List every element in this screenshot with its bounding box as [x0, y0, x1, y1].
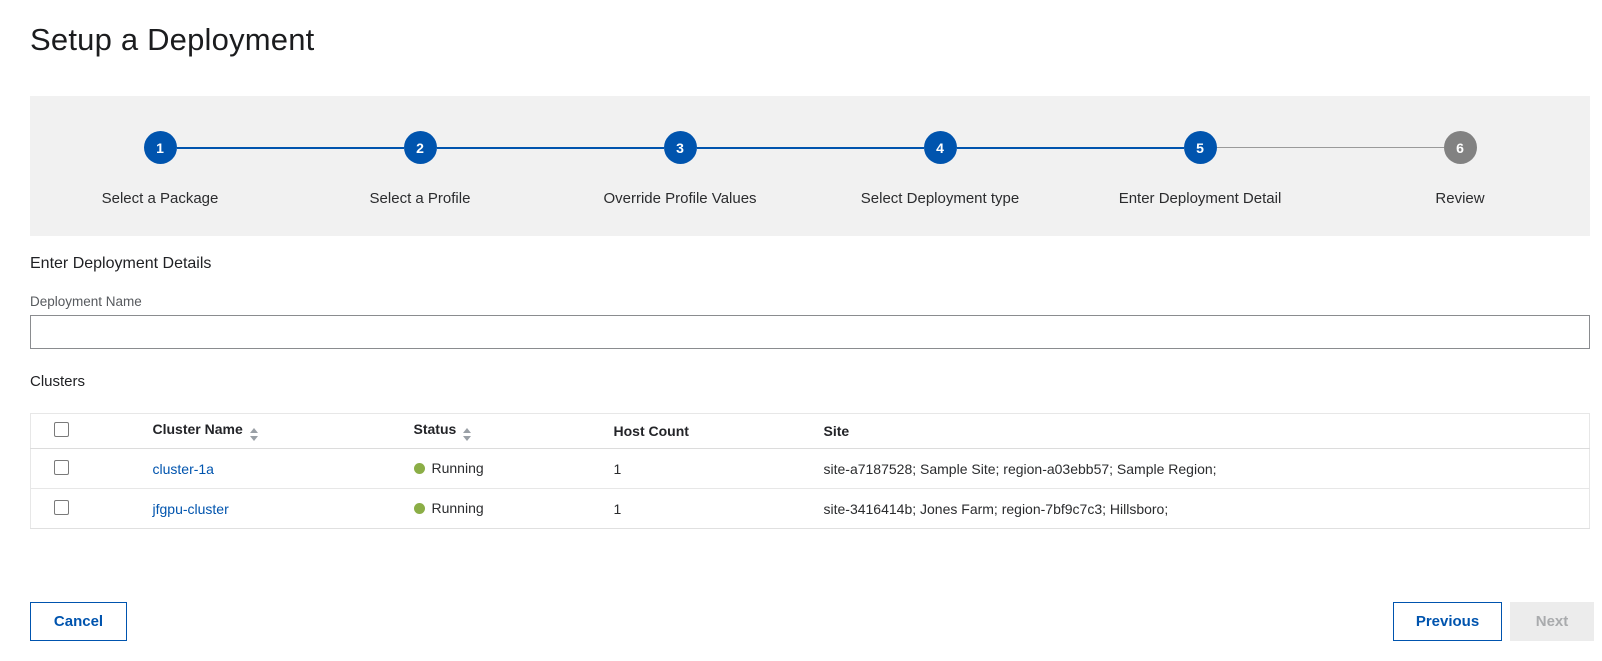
step-select-profile[interactable]: 2 Select a Profile	[290, 131, 550, 207]
deployment-name-label: Deployment Name	[30, 294, 1590, 309]
step-number-badge: 2	[404, 131, 437, 164]
deployment-name-input[interactable]	[30, 315, 1590, 349]
status-badge: Running	[414, 500, 484, 516]
cancel-button[interactable]: Cancel	[30, 602, 127, 641]
row-checkbox[interactable]	[54, 460, 69, 475]
site-value: site-3416414b; Jones Farm; region-7bf9c7…	[824, 489, 1590, 529]
section-heading-enter-deployment-details: Enter Deployment Details	[30, 255, 1590, 273]
wizard-footer: Cancel Previous Next	[30, 602, 1594, 641]
site-value: site-a7187528; Sample Site; region-a03eb…	[824, 449, 1590, 489]
column-header-site: Site	[824, 423, 850, 439]
wizard-stepper: 1 Select a Package 2 Select a Profile 3 …	[30, 96, 1590, 236]
clusters-table: Cluster Name Status Host Count Site clus…	[30, 413, 1590, 529]
setup-deployment-page: Setup a Deployment 1 Select a Package 2 …	[0, 0, 1602, 641]
step-label: Enter Deployment Detail	[1119, 190, 1282, 207]
row-checkbox[interactable]	[54, 500, 69, 515]
step-connector	[30, 147, 144, 149]
step-connector	[290, 147, 404, 149]
step-label: Select a Package	[102, 190, 219, 207]
column-header-status[interactable]: Status	[414, 421, 457, 437]
step-connector	[1477, 147, 1591, 149]
step-connector	[177, 147, 291, 149]
step-connector	[437, 147, 551, 149]
clusters-heading: Clusters	[30, 373, 1590, 390]
host-count-value: 1	[614, 449, 824, 489]
step-select-package[interactable]: 1 Select a Package	[30, 131, 290, 207]
step-label: Select Deployment type	[861, 190, 1019, 207]
step-number-badge: 1	[144, 131, 177, 164]
select-all-checkbox[interactable]	[54, 422, 69, 437]
status-text: Running	[432, 500, 484, 516]
step-track: 3	[550, 131, 810, 164]
step-track: 1	[30, 131, 290, 164]
table-row: cluster-1a Running 1 site-a7187528; Samp…	[31, 449, 1590, 489]
status-badge: Running	[414, 460, 484, 476]
step-track: 5	[1070, 131, 1330, 164]
step-number-badge: 3	[664, 131, 697, 164]
step-enter-deployment-detail[interactable]: 5 Enter Deployment Detail	[1070, 131, 1330, 207]
next-button[interactable]: Next	[1510, 602, 1594, 641]
cluster-name-link[interactable]: jfgpu-cluster	[153, 501, 229, 517]
step-connector	[697, 147, 811, 149]
host-count-value: 1	[614, 489, 824, 529]
step-number-badge: 6	[1444, 131, 1477, 164]
cluster-name-link[interactable]: cluster-1a	[153, 461, 214, 477]
column-header-host-count: Host Count	[614, 423, 689, 439]
status-running-dot-icon	[414, 463, 425, 474]
sort-icon[interactable]	[250, 428, 258, 441]
step-label: Override Profile Values	[603, 190, 756, 207]
step-connector	[1330, 147, 1444, 148]
step-number-badge: 4	[924, 131, 957, 164]
step-review[interactable]: 6 Review	[1330, 131, 1590, 207]
previous-button[interactable]: Previous	[1393, 602, 1502, 641]
page-title: Setup a Deployment	[30, 22, 1590, 58]
status-text: Running	[432, 460, 484, 476]
step-select-deployment-type[interactable]: 4 Select Deployment type	[810, 131, 1070, 207]
status-running-dot-icon	[414, 503, 425, 514]
step-track: 2	[290, 131, 550, 164]
step-track: 6	[1330, 131, 1590, 164]
step-connector	[957, 147, 1071, 149]
table-header-row: Cluster Name Status Host Count Site	[31, 414, 1590, 449]
step-label: Select a Profile	[370, 190, 471, 207]
sort-icon[interactable]	[463, 428, 471, 441]
column-header-cluster-name[interactable]: Cluster Name	[153, 421, 243, 437]
table-row: jfgpu-cluster Running 1 site-3416414b; J…	[31, 489, 1590, 529]
step-number-badge: 5	[1184, 131, 1217, 164]
step-connector	[550, 147, 664, 149]
step-track: 4	[810, 131, 1070, 164]
step-connector	[1217, 147, 1331, 148]
step-label: Review	[1435, 190, 1484, 207]
step-override-profile-values[interactable]: 3 Override Profile Values	[550, 131, 810, 207]
step-connector	[810, 147, 924, 149]
step-connector	[1070, 147, 1184, 149]
